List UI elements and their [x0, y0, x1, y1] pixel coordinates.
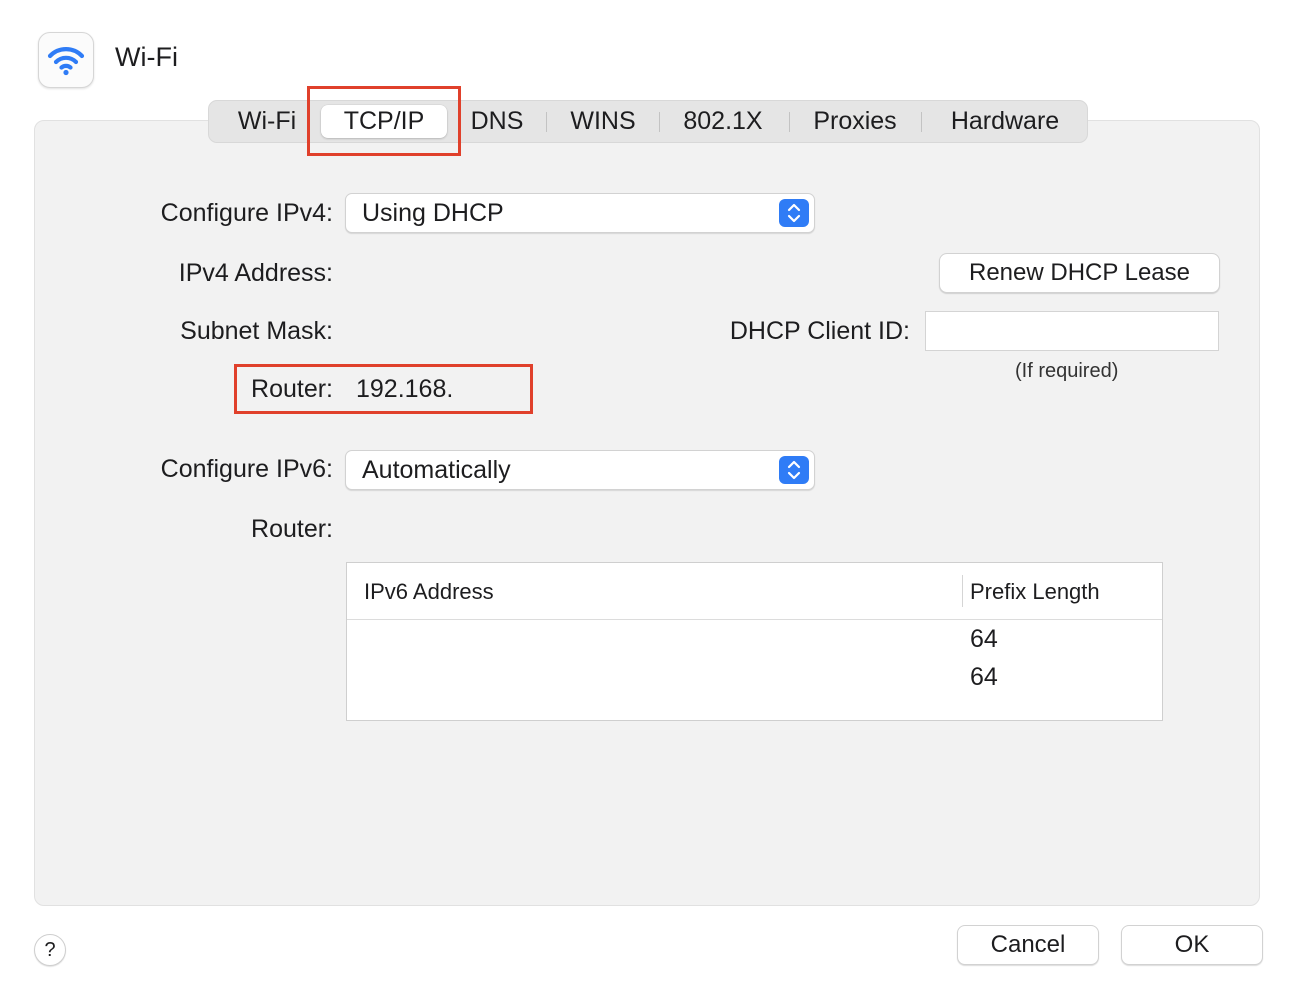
tab-wi-fi[interactable]: Wi-Fi	[223, 101, 311, 142]
column-header-prefix-length[interactable]: Prefix Length	[970, 579, 1100, 605]
prefix-length-cell: 64	[970, 663, 998, 691]
configure-ipv4-label: Configure IPv4:	[160, 199, 333, 227]
configure-ipv6-value: Automatically	[362, 456, 511, 484]
help-button[interactable]: ?	[34, 934, 66, 966]
dhcp-client-id-label: DHCP Client ID:	[729, 317, 910, 345]
configure-ipv4-value: Using DHCP	[362, 199, 504, 227]
tab-802-1x[interactable]: 802.1X	[675, 101, 771, 142]
tab-dns[interactable]: DNS	[461, 101, 533, 142]
cancel-button[interactable]: Cancel	[957, 925, 1099, 965]
wifi-icon	[47, 47, 85, 76]
up-down-chevron-icon	[779, 456, 809, 484]
up-down-chevron-icon	[779, 199, 809, 227]
tab-divider	[789, 112, 790, 132]
renew-dhcp-lease-button[interactable]: Renew DHCP Lease	[939, 253, 1220, 293]
tab-hardware[interactable]: Hardware	[937, 101, 1073, 142]
column-header-ipv6-address[interactable]: IPv6 Address	[364, 579, 494, 605]
dhcp-client-id-hint: (If required)	[1015, 360, 1119, 382]
configure-ipv4-popup[interactable]: Using DHCP	[345, 193, 815, 233]
tab-proxies[interactable]: Proxies	[805, 101, 905, 142]
column-divider	[962, 575, 963, 607]
tab-divider	[546, 112, 547, 132]
tab-highlight-box	[307, 86, 461, 156]
dhcp-client-id-field[interactable]	[925, 311, 1219, 351]
ok-button[interactable]: OK	[1121, 925, 1263, 965]
table-header-divider	[347, 619, 1162, 620]
ipv6-router-label: Router:	[251, 515, 333, 543]
router-highlight-box	[234, 364, 533, 414]
configure-ipv6-popup[interactable]: Automatically	[345, 450, 815, 490]
prefix-length-cell: 64	[970, 625, 998, 653]
wifi-app-icon	[38, 32, 94, 88]
subnet-mask-label: Subnet Mask:	[180, 317, 333, 345]
tab-wins[interactable]: WINS	[561, 101, 645, 142]
ipv4-address-label: IPv4 Address:	[178, 259, 333, 287]
configure-ipv6-label: Configure IPv6:	[160, 455, 333, 483]
settings-panel	[34, 120, 1260, 906]
window-title: Wi-Fi	[115, 42, 178, 72]
tab-divider	[659, 112, 660, 132]
tab-divider	[921, 112, 922, 132]
ipv6-address-table[interactable]: IPv6 Address Prefix Length 64 64	[346, 562, 1163, 721]
